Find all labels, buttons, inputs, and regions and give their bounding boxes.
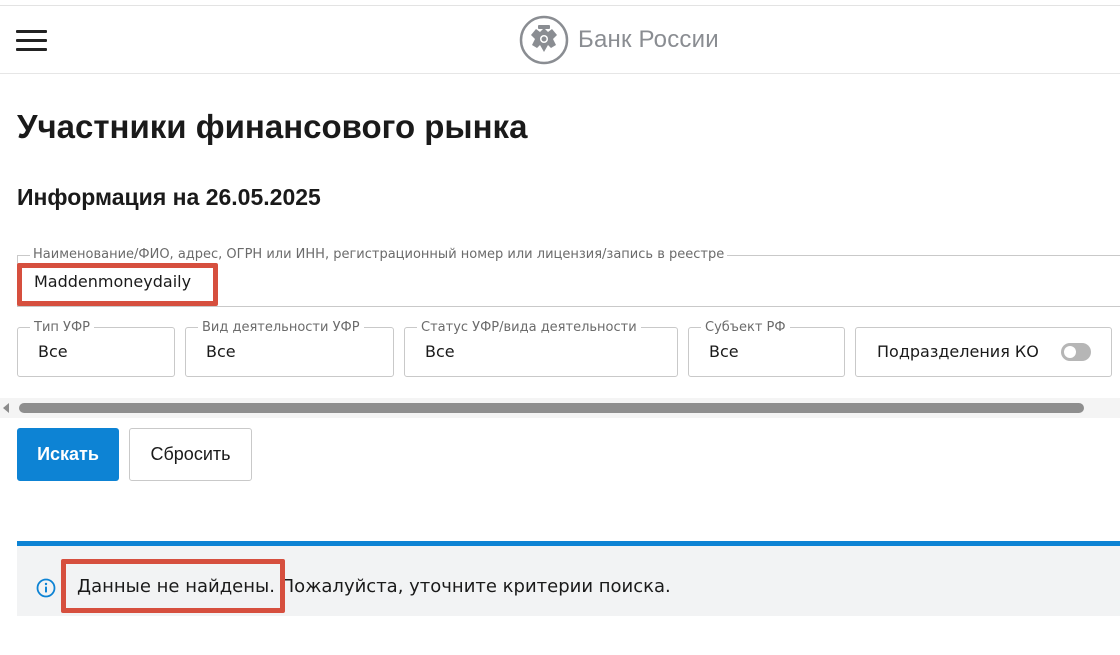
filter-branches-toggle[interactable]: Подразделения КО [855, 327, 1112, 377]
filter-label: Статус УФР/вида деятельности [417, 320, 641, 335]
info-date-heading: Информация на 26.05.2025 [17, 184, 321, 210]
search-input[interactable] [34, 269, 934, 293]
search-field-label: Наименование/ФИО, адрес, ОГРН или ИНН, р… [30, 247, 728, 262]
site-header: Банк России [0, 6, 1120, 74]
filter-region[interactable]: Субъект РФ Все [688, 320, 845, 377]
filter-value: Все [38, 342, 68, 361]
filter-status[interactable]: Статус УФР/вида деятельности Все [404, 320, 678, 377]
search-button[interactable]: Искать [17, 428, 119, 481]
logo-text: Банк России [578, 26, 719, 53]
eagle-emblem-icon [519, 15, 569, 65]
hamburger-menu-icon[interactable] [16, 30, 48, 52]
toggle-label: Подразделения КО [877, 342, 1039, 361]
filters-row: Тип УФР Все Вид деятельности УФР Все Ста… [17, 320, 1120, 377]
branches-toggle-switch[interactable] [1061, 343, 1091, 361]
filter-activity-type[interactable]: Вид деятельности УФР Все [185, 320, 394, 377]
bank-logo[interactable]: Банк России [519, 15, 719, 65]
no-results-notice: Данные не найдены. Пожалуйста, уточните … [17, 541, 1120, 616]
filter-label: Тип УФР [30, 320, 94, 335]
toggle-knob [1064, 346, 1076, 358]
reset-button[interactable]: Сбросить [129, 428, 252, 481]
filter-label: Вид деятельности УФР [198, 320, 364, 335]
filter-label: Субъект РФ [701, 320, 790, 335]
notice-text: Данные не найдены. Пожалуйста, уточните … [77, 576, 671, 597]
filter-value: Все [206, 342, 236, 361]
horizontal-scrollbar[interactable] [0, 398, 1120, 418]
page-title: Участники финансового рынка [17, 108, 528, 145]
search-field: Наименование/ФИО, адрес, ОГРН или ИНН, р… [17, 247, 1120, 307]
scrollbar-thumb[interactable] [19, 403, 1084, 413]
filter-value: Все [709, 342, 739, 361]
info-icon [36, 578, 56, 598]
scroll-left-arrow-icon[interactable] [3, 403, 9, 413]
filter-value: Все [425, 342, 455, 361]
filter-type-ufr[interactable]: Тип УФР Все [17, 320, 175, 377]
